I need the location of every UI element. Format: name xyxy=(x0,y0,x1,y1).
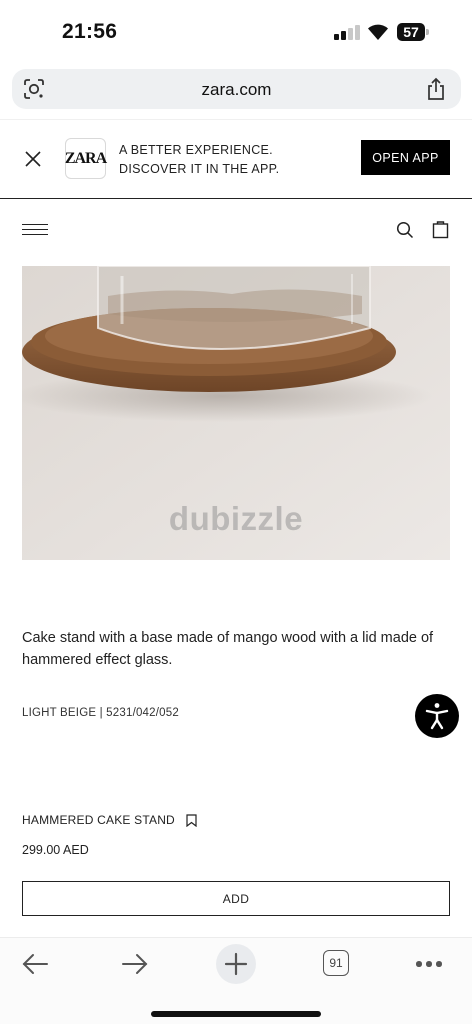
banner-line-1: A BETTER EXPERIENCE. xyxy=(119,143,273,157)
search-icon[interactable] xyxy=(396,221,414,239)
tabs-button[interactable]: 91 xyxy=(323,950,349,976)
battery-level: 57 xyxy=(397,23,425,41)
banner-text: A BETTER EXPERIENCE. DISCOVER IT IN THE … xyxy=(119,141,279,179)
app-banner: ZARA A BETTER EXPERIENCE. DISCOVER IT IN… xyxy=(0,119,472,199)
forward-arrow-icon[interactable] xyxy=(121,952,149,976)
home-indicator xyxy=(151,1011,321,1017)
color-reference: LIGHT BEIGE | 5231/042/052 xyxy=(22,707,179,719)
url-text[interactable]: zara.com xyxy=(12,80,461,100)
share-icon[interactable] xyxy=(425,77,447,101)
bag-icon[interactable] xyxy=(432,220,449,239)
battery-icon: 57 xyxy=(397,23,429,41)
accessibility-button[interactable] xyxy=(415,694,459,738)
more-icon[interactable] xyxy=(416,961,442,967)
product-name-row: HAMMERED CAKE STAND xyxy=(22,812,197,828)
tab-count: 91 xyxy=(329,956,343,970)
bookmark-icon[interactable] xyxy=(186,813,197,827)
bottom-toolbar: 91 xyxy=(0,937,472,1024)
address-bar[interactable]: zara.com xyxy=(12,69,461,109)
menu-icon[interactable] xyxy=(22,224,48,236)
product-price: 299.00 AED xyxy=(22,843,89,857)
product-name: HAMMERED CAKE STAND xyxy=(22,813,175,827)
back-arrow-icon[interactable] xyxy=(21,952,49,976)
zara-logo: ZARA xyxy=(64,138,107,179)
banner-line-2: DISCOVER IT IN THE APP. xyxy=(119,162,280,176)
accessibility-icon xyxy=(425,703,449,730)
watermark: dubizzle xyxy=(168,500,304,537)
zara-logo-text: ZARA xyxy=(64,149,107,167)
product-description: Cake stand with a base made of mango woo… xyxy=(22,630,434,668)
signal-icon xyxy=(334,24,360,40)
close-icon[interactable] xyxy=(24,150,42,168)
plus-icon xyxy=(224,952,248,976)
product-image[interactable]: dubizzle xyxy=(22,266,450,560)
open-app-button[interactable]: OPEN APP xyxy=(361,140,450,175)
store-header xyxy=(0,200,472,260)
new-tab-button[interactable] xyxy=(216,944,256,984)
wifi-icon xyxy=(368,24,388,40)
status-bar: 21:56 57 xyxy=(0,0,472,62)
status-time: 21:56 xyxy=(62,20,118,43)
add-button[interactable]: ADD xyxy=(22,881,450,916)
